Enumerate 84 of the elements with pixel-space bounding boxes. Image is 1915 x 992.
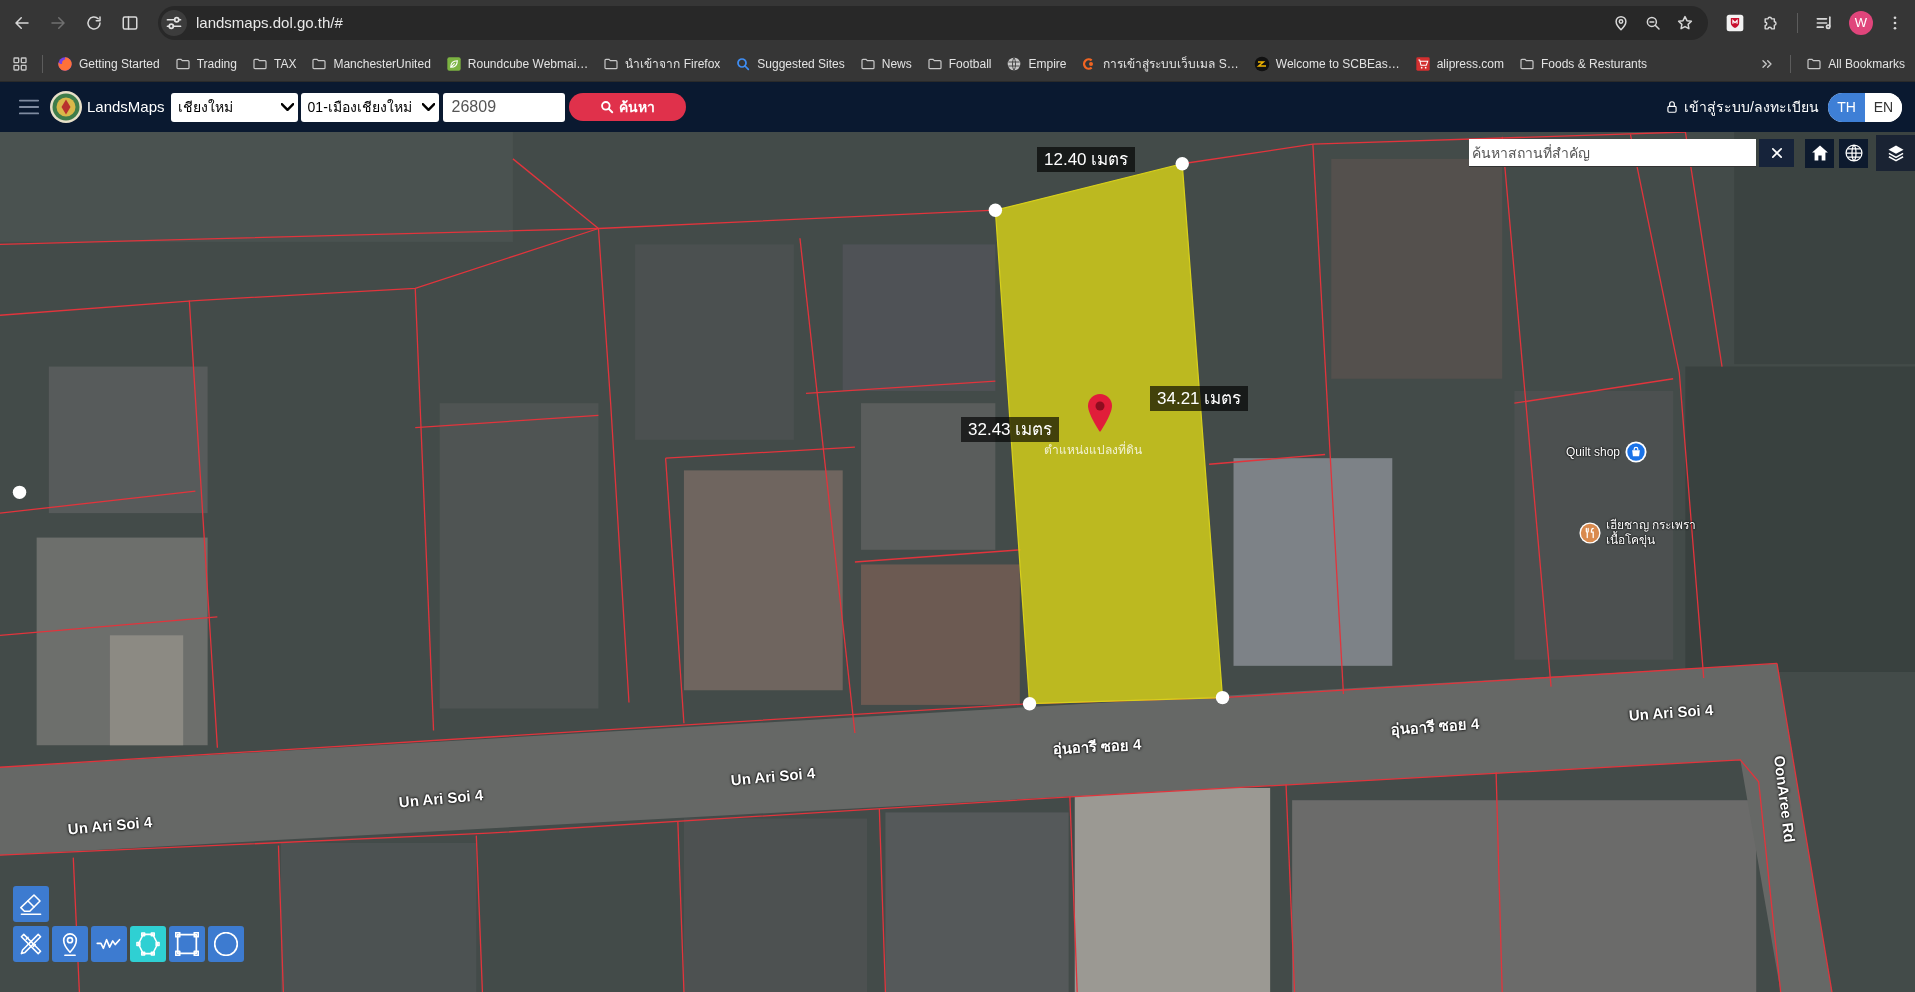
bookmark-link[interactable]: Suggested Sites (735, 54, 845, 73)
zigzag-line-icon (96, 938, 122, 950)
road-label: Un Ari Soi 4 (1628, 699, 1714, 726)
bookmark-link[interactable]: Empire (1006, 54, 1067, 73)
tool-button[interactable] (13, 926, 49, 962)
browser-logo-icon (57, 55, 73, 72)
home-icon (1809, 143, 1830, 163)
province-select[interactable]: เชียงใหม่ (170, 92, 298, 122)
bookmark-link[interactable]: alipress.com (1414, 54, 1504, 73)
bookmark-link[interactable]: ManchesterUnited (311, 54, 431, 73)
vertex-handle[interactable] (12, 485, 27, 500)
vertex-handle[interactable] (1215, 690, 1230, 705)
shopping-bag-icon[interactable] (1625, 441, 1648, 463)
district-select[interactable]: 01-เมืองเชียงใหม่ (300, 92, 439, 122)
bookmark-link[interactable]: การเข้าสู่ระบบเว็บเมล S… (1081, 54, 1239, 73)
chevron-down-icon (421, 103, 435, 111)
search-icon (599, 100, 614, 114)
ruler-pencil-icon (19, 932, 43, 956)
measurement-label: 34.21 เมตร (1150, 386, 1249, 411)
bookmark-link[interactable]: Trading (174, 54, 237, 73)
tool-button[interactable] (52, 926, 88, 962)
star-icon[interactable] (1676, 14, 1694, 32)
map-view-button[interactable] (1839, 138, 1868, 168)
fork-knife-icon[interactable] (1579, 522, 1601, 544)
bookmark-link[interactable]: News (859, 54, 912, 73)
bookmark-link[interactable]: Foods & Resturants (1519, 54, 1648, 73)
cart-icon (1414, 55, 1431, 72)
leaf-icon (445, 55, 462, 72)
bookmark-link[interactable]: Welcome to SCBEas… (1253, 54, 1400, 73)
vertex-handle[interactable] (1175, 157, 1189, 171)
layers-button[interactable] (1876, 135, 1915, 171)
tool-button[interactable] (13, 886, 49, 922)
tool-button[interactable] (169, 926, 205, 962)
all-bookmarks-link[interactable]: All Bookmarks (1806, 54, 1905, 73)
globe-icon (1006, 55, 1023, 72)
road-label: Un Ari Soi 4 (397, 785, 485, 813)
login-link[interactable]: เข้าสู่ระบบ/ลงทะเบียน (1665, 96, 1819, 118)
vertex-handle[interactable] (1022, 697, 1037, 711)
road-label: Un Ari Soi 4 (729, 763, 817, 791)
bookmark-link[interactable]: นำเข้าจาก Firefox (603, 54, 721, 73)
bookmark-link[interactable]: Roundcube Webmai… (445, 54, 589, 73)
road-label: อุ่นอารี ซอย 4 (1390, 713, 1480, 741)
bookmark-link[interactable]: TAX (251, 54, 297, 73)
parcel-number-field[interactable]: 26809 (442, 92, 565, 122)
tool-button[interactable] (91, 926, 127, 962)
measurement-label: 12.40 เมตร (1037, 147, 1136, 172)
eraser-icon (19, 892, 43, 916)
square-icon (175, 932, 199, 956)
search-icon (735, 55, 752, 72)
search-button[interactable]: ค้นหา (568, 93, 686, 121)
bookmark-link[interactable]: Getting Started (57, 54, 160, 73)
address-bar[interactable]: landsmaps.dol.go.th/# (158, 6, 1708, 40)
road-label: อุ่นอารี ซอย 4 (1052, 734, 1142, 761)
place-label: Quilt shop (1566, 444, 1621, 460)
place-search-field[interactable]: ค้นหาสถานที่สำคัญ (1469, 139, 1756, 167)
bookmark-link[interactable]: Football (926, 54, 992, 73)
zoom-icon[interactable] (1644, 14, 1662, 32)
chevron-down-icon (280, 103, 294, 111)
apps-grid-icon[interactable] (12, 55, 28, 72)
measurement-label: 32.43 เมตร (961, 417, 1060, 442)
tool-button[interactable] (208, 926, 244, 962)
lock-icon (1665, 100, 1680, 114)
url-text[interactable]: landsmaps.dol.go.th/# (196, 11, 343, 35)
sliders-icon[interactable] (161, 10, 187, 36)
road-label: OonAree Rd (1769, 754, 1800, 844)
pin-icon (61, 932, 79, 956)
location-pin-icon[interactable] (1612, 14, 1630, 32)
location-pin-icon (1087, 393, 1113, 433)
profile-avatar[interactable]: W (1849, 11, 1873, 35)
brand-name: LandsMaps (87, 96, 165, 117)
hexagon-icon (136, 932, 160, 956)
language-button[interactable]: TH (1828, 92, 1865, 122)
home-button[interactable] (1805, 138, 1834, 168)
circular-arrow-icon[interactable] (85, 14, 103, 32)
shield-icon[interactable] (1725, 13, 1745, 33)
emblem-logo-icon (50, 91, 82, 123)
stripe-logo-icon (1253, 55, 1270, 72)
parcel-label: ตำแหน่งแปลงที่ดิน (1044, 441, 1142, 459)
road-label: Un Ari Soi 4 (66, 812, 154, 840)
arrow-left-icon[interactable] (13, 14, 31, 32)
close-button[interactable] (1759, 139, 1794, 167)
vertex-handle[interactable] (988, 203, 1003, 217)
split-panel-icon[interactable] (121, 14, 139, 32)
globe-icon (1843, 143, 1864, 163)
